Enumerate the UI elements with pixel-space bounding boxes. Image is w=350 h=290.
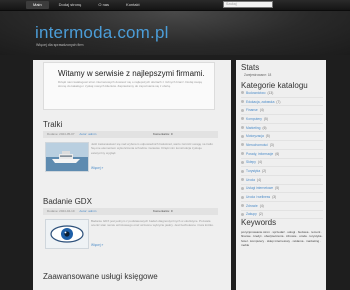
bullet-icon [241, 100, 244, 104]
post-date: Dodane: 2024-05-07 [47, 132, 75, 136]
welcome-text: Dzięki nam katalogowi stron internetowyc… [58, 80, 202, 89]
category-name[interactable]: Finanse [246, 108, 258, 112]
bullet-icon [241, 186, 244, 190]
stats-heading: Stats [241, 63, 260, 72]
category-name[interactable]: Zakupy [246, 212, 257, 216]
site-title[interactable]: intermoda.com.pl [35, 23, 169, 43]
category-count: (5) [263, 116, 268, 121]
category-count: (3) [269, 142, 274, 147]
category-count: (6) [275, 151, 280, 156]
category-item[interactable]: Marketing (6) [241, 124, 323, 133]
category-name[interactable]: Zdrowie [246, 204, 258, 208]
bullet-icon [241, 169, 244, 173]
category-item[interactable]: Porady, informacje (6) [241, 150, 323, 159]
category-item[interactable]: Uroda i wellness (3) [241, 193, 323, 202]
category-name[interactable]: Porady, informacje [246, 152, 273, 156]
read-more-link[interactable]: Więcej » [91, 243, 103, 247]
category-count: (5) [275, 186, 280, 191]
category-count: (2) [262, 169, 267, 174]
category-item[interactable]: Usługi internetowe (5) [241, 185, 323, 194]
category-count: (6) [262, 125, 267, 130]
category-item[interactable]: Sklepy (4) [241, 159, 323, 168]
category-count: (4) [257, 160, 262, 165]
bullet-icon [241, 117, 244, 121]
bullet-icon [241, 178, 244, 182]
category-count: (13) [267, 90, 274, 95]
category-name[interactable]: Usługi internetowe [246, 186, 273, 190]
post-meta: Dodane: 2024-05-07 Autor: admin Komentar… [43, 131, 218, 138]
nav-item-kontakt[interactable]: Kontakt [119, 1, 147, 9]
category-name[interactable]: Turystyka [246, 169, 260, 173]
top-navigation-bar: Main Dodaj stronę O nas Kontakt Szukaj [0, 0, 350, 11]
bullet-icon [241, 108, 244, 112]
search-input[interactable]: Szukaj [223, 1, 273, 8]
category-list: Budownictwo (13) Edukacja, zabawka (7) Fin… [241, 89, 323, 220]
category-item[interactable]: Budownictwo (13) [241, 89, 323, 98]
category-item[interactable]: Edukacja, zabawka (7) [241, 98, 323, 107]
category-name[interactable]: Uroda [246, 178, 255, 182]
category-count: (2) [258, 212, 263, 217]
post-author[interactable]: Autor: admin [79, 132, 96, 136]
post-comments[interactable]: Komentarze: 0 [153, 131, 173, 138]
category-name[interactable]: Uroda i wellness [246, 195, 270, 199]
post-meta: Dodane: 2024-04-19 Autor: admin Komentar… [43, 208, 218, 215]
yacht-image [46, 143, 88, 171]
sidebar: Stats Zarejestrowane: 18 Kategorie katal… [236, 60, 326, 290]
bullet-icon [241, 152, 244, 156]
category-item[interactable]: Uroda (4) [241, 176, 323, 185]
post-author[interactable]: Autor: admin [79, 209, 96, 213]
site-tagline: Więcej dla sprawdzonych firm [36, 43, 84, 47]
post-comments[interactable]: Komentarze: 0 [153, 208, 173, 215]
category-name[interactable]: Komputery [246, 117, 262, 121]
post-body: Jeśli zastanawiasz się nad wyborem odpow… [43, 140, 221, 176]
category-item[interactable]: Turystyka (2) [241, 167, 323, 176]
category-name[interactable]: Nieruchomości [246, 143, 268, 147]
read-more-link[interactable]: Więcej » [91, 166, 103, 170]
post-body: Badanie GDX jest jednym z podstawowych b… [43, 217, 221, 253]
post-excerpt: Jeśli zastanawiasz się nad wyborem odpow… [91, 142, 214, 155]
category-name[interactable]: Sklepy [246, 160, 256, 164]
category-count: (3) [272, 195, 277, 200]
stats-registered: Zarejestrowane: 18 [244, 73, 272, 77]
post-date: Dodane: 2024-04-19 [47, 209, 75, 213]
bullet-icon [241, 212, 244, 216]
post-thumbnail[interactable] [45, 142, 89, 172]
post-thumbnail[interactable] [45, 219, 89, 249]
post-title[interactable]: Badanie GDX [43, 197, 92, 206]
category-count: (4) [259, 108, 264, 113]
keywords-heading: Keywords [241, 218, 277, 227]
category-count: (4) [259, 203, 264, 208]
bullet-icon [241, 91, 244, 95]
category-item[interactable]: Komputery (5) [241, 115, 323, 124]
bullet-icon [241, 160, 244, 164]
site-header: intermoda.com.pl Więcej dla sprawdzonych… [0, 11, 350, 55]
welcome-box: Witamy w serwisie z najlepszymi firmami.… [43, 62, 215, 110]
category-name[interactable]: Budownictwo [246, 91, 265, 95]
post-title[interactable]: Tralki [43, 120, 62, 129]
post-excerpt: Badanie GDX jest jednym z podstawowych b… [91, 219, 214, 228]
bullet-icon [241, 204, 244, 208]
category-count: (5) [265, 134, 270, 139]
category-name[interactable]: Marketing [246, 126, 260, 130]
category-count: (4) [256, 177, 262, 182]
nav-item-dodaj-strone[interactable]: Dodaj stronę [52, 1, 89, 9]
bullet-icon [241, 195, 244, 199]
bullet-icon [241, 126, 244, 130]
welcome-heading: Witamy w serwisie z najlepszymi firmami. [58, 69, 205, 78]
category-item[interactable]: Nieruchomości (3) [241, 141, 323, 150]
category-count: (7) [276, 99, 281, 104]
category-name[interactable]: Motoryzacja [246, 134, 264, 138]
category-item[interactable]: Zdrowie (4) [241, 202, 323, 211]
main-menu: Main Dodaj stronę O nas Kontakt [26, 1, 147, 9]
eye-image [46, 220, 88, 248]
keyword-cloud[interactable]: pozycjonowanie stron · sprzedaż · usługi… [241, 230, 325, 247]
nav-item-main[interactable]: Main [26, 1, 49, 9]
bullet-icon [241, 134, 244, 138]
category-name[interactable]: Edukacja, zabawka [246, 100, 274, 104]
main-content: Witamy w serwisie z najlepszymi firmami.… [33, 60, 231, 290]
nav-item-o-nas[interactable]: O nas [91, 1, 116, 9]
category-item[interactable]: Motoryzacja (5) [241, 132, 323, 142]
bullet-icon [241, 143, 244, 147]
category-item[interactable]: Finanse (4) [241, 106, 323, 116]
